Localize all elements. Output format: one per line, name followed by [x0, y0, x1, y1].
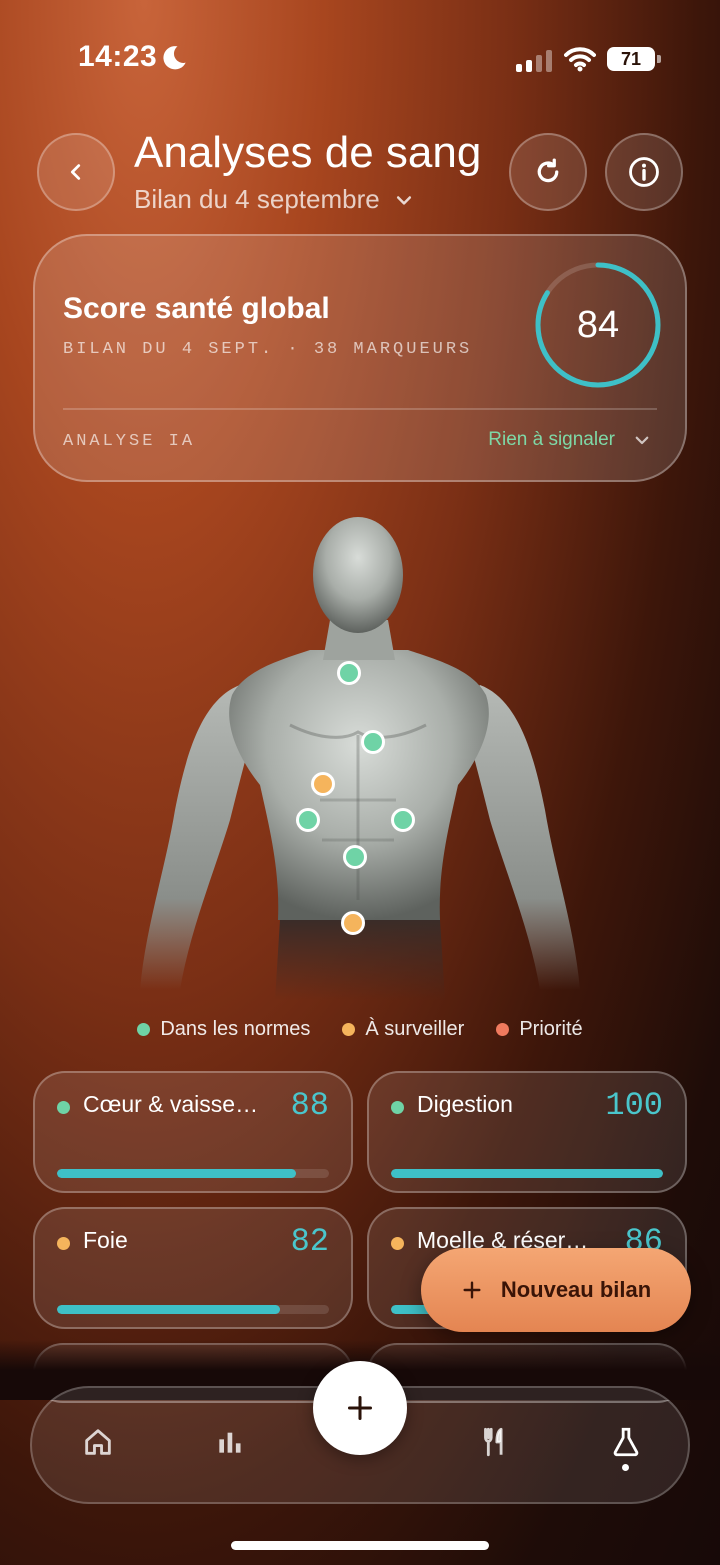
chevron-down-icon [396, 195, 411, 205]
category-progress-fill [57, 1305, 281, 1314]
tab-stats[interactable] [210, 1422, 250, 1462]
status-dot [57, 1101, 70, 1114]
status-bar: 14:23 71 [0, 40, 720, 80]
tab-nutrition[interactable] [474, 1422, 514, 1462]
chevron-left-icon [70, 164, 81, 180]
legend-dot [137, 1023, 151, 1036]
legend-label: Dans les normes [160, 1018, 311, 1040]
score-card-title: Score santé global [63, 292, 330, 325]
category-card-liver[interactable]: Foie 82 [33, 1207, 353, 1329]
refresh-icon [537, 158, 559, 183]
new-report-button[interactable]: Nouveau bilan [421, 1248, 691, 1332]
report-date-selector[interactable]: Bilan du 4 septembre [134, 184, 414, 215]
status-legend: Dans les normes À surveiller Priorité [0, 1018, 720, 1041]
ai-analysis-toggle[interactable]: Rien à signaler [488, 429, 651, 451]
report-date-label: Bilan du 4 septembre [134, 184, 380, 214]
score-card-meta: BILAN DU 4 SEPT. · 38 MARQUEURS [63, 340, 473, 359]
wifi-icon [564, 47, 596, 72]
category-name: Foie [83, 1227, 128, 1253]
signal-icon [516, 50, 552, 72]
tab-home[interactable] [78, 1422, 118, 1462]
add-button[interactable] [313, 1361, 407, 1455]
moon-icon [163, 46, 186, 70]
active-tab-indicator [622, 1464, 629, 1471]
ai-analysis-status: Rien à signaler [488, 429, 615, 450]
legend-item-priority: Priorité [496, 1018, 583, 1041]
new-report-label: Nouveau bilan [500, 1277, 652, 1302]
status-dot [391, 1237, 404, 1250]
legend-dot [342, 1023, 356, 1036]
info-icon [629, 157, 659, 187]
refresh-button[interactable] [509, 133, 587, 211]
score-value: 84 [576, 303, 620, 346]
legend-dot [496, 1023, 510, 1036]
category-progress-track [57, 1169, 329, 1178]
legend-item-normal: Dans les normes [137, 1018, 310, 1041]
category-progress-track [57, 1305, 329, 1314]
home-icon [85, 1429, 111, 1455]
legend-item-watch: À surveiller [342, 1018, 464, 1041]
category-score: 88 [290, 1087, 329, 1124]
category-score: 82 [290, 1223, 329, 1260]
health-score-card[interactable]: Score santé global BILAN DU 4 SEPT. · 38… [33, 234, 687, 482]
chevron-down-icon [635, 436, 649, 445]
marker-dot-pelvis[interactable] [341, 911, 365, 935]
page-title: Analyses de sang [134, 128, 482, 177]
marker-dot-right-kidney[interactable] [391, 808, 415, 832]
home-indicator [231, 1541, 489, 1550]
score-card-divider [63, 408, 657, 410]
info-button[interactable] [605, 133, 683, 211]
ai-analysis-label: ANALYSE IA [63, 432, 196, 451]
back-button[interactable] [37, 133, 115, 211]
marker-dot-left-kidney[interactable] [296, 808, 320, 832]
status-time: 14:23 [78, 40, 158, 73]
battery-indicator: 71 [607, 47, 661, 71]
category-progress-fill [57, 1169, 297, 1178]
marker-dot-thyroid[interactable] [337, 661, 361, 685]
marker-dot-digestion[interactable] [343, 845, 367, 869]
marker-dot-liver[interactable] [311, 772, 335, 796]
category-name: Cœur & vaisse… [83, 1091, 259, 1117]
status-dot [57, 1237, 70, 1250]
marker-dot-heart[interactable] [361, 730, 385, 754]
category-card-digestion[interactable]: Digestion 100 [367, 1071, 687, 1193]
legend-label: Priorité [519, 1018, 583, 1040]
fork-knife-icon [484, 1427, 503, 1457]
legend-label: À surveiller [365, 1018, 465, 1040]
plus-icon [463, 1281, 481, 1299]
category-name: Digestion [417, 1091, 513, 1117]
category-progress-track [391, 1169, 663, 1178]
add-icon [347, 1395, 373, 1421]
category-score: 100 [605, 1087, 663, 1124]
category-progress-fill [391, 1169, 663, 1178]
chart-icon [219, 1432, 241, 1453]
tab-lab[interactable] [606, 1422, 646, 1462]
category-card-heart[interactable]: Cœur & vaisse… 88 [33, 1071, 353, 1193]
status-dot [391, 1101, 404, 1114]
flask-icon [613, 1427, 639, 1457]
